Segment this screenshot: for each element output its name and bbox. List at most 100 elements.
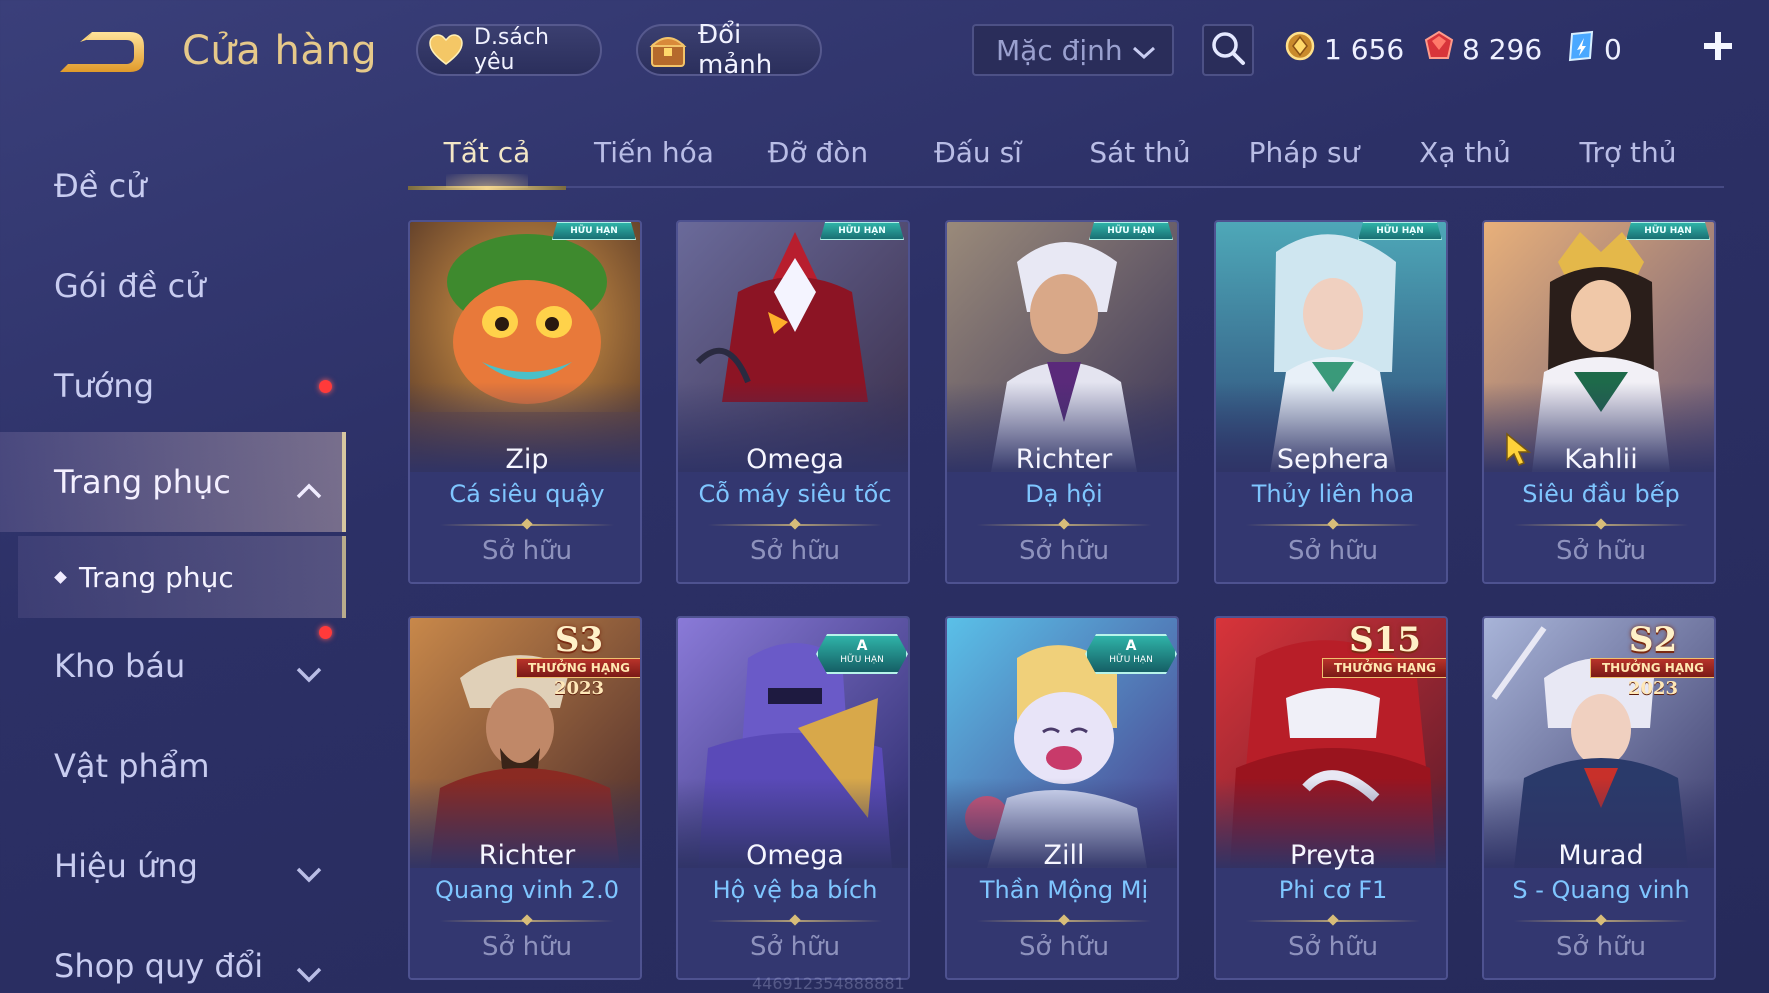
limited-badge: HỮU HẠN (1626, 222, 1710, 240)
skin-card[interactable]: A HỮU HẠN Zill Thần Mộng Mị Sở hữu (945, 616, 1179, 980)
tab-label: Sát thủ (1089, 136, 1191, 169)
limited-badge: HỮU HẠN (552, 222, 636, 240)
season-label: S2 (1628, 620, 1678, 660)
skin-card[interactable]: HỮU HẠN Zip Cá siêu quậy Sở hữu (408, 220, 642, 584)
red-voucher-icon (1424, 30, 1454, 69)
skin-card[interactable]: A HỮU HẠN Omega Hộ vệ ba bích Sở hữu (676, 616, 910, 980)
tab-tank[interactable]: Đỡ đòn (748, 136, 888, 182)
sidebar-item-items[interactable]: Vật phẩm (0, 716, 346, 816)
owned-status: Sở hữu (481, 536, 573, 566)
active-tab-glow (446, 174, 528, 188)
bullet-icon (54, 570, 67, 584)
exchange-shards-label: Đổi mảnh (698, 20, 773, 80)
grade-a-limited-badge: A HỮU HẠN (1085, 634, 1177, 674)
skin-name: Cá siêu quậy (449, 480, 605, 508)
owned-status: Sở hữu (1555, 536, 1647, 566)
sidebar-subitem-label: Trang phục (79, 560, 234, 594)
owned-status: Sở hữu (1287, 932, 1379, 962)
skin-name: Hộ vệ ba bích (712, 876, 878, 904)
crystal-ticket-icon (1566, 30, 1596, 69)
owned-status: Sở hữu (1287, 536, 1379, 566)
exchange-shards-button[interactable]: Đổi mảnh (636, 20, 822, 80)
tab-all[interactable]: Tất cả (408, 136, 566, 190)
limited-badge: HỮU HẠN (1358, 222, 1442, 240)
season-year: 2023 (1627, 678, 1679, 699)
add-currency-button[interactable] (1698, 26, 1738, 66)
hero-name: Zip (505, 444, 549, 475)
sidebar-item-recommended-packs[interactable]: Gói đề cử (0, 236, 346, 336)
sidebar-item-label: Tướng (54, 367, 154, 405)
hero-name: Richter (478, 840, 576, 871)
chevron-up-icon (296, 470, 322, 499)
gold-amount: 1 656 (1324, 32, 1405, 66)
season-rank-badge: S2 THƯỞNG HẠNG 2023 (1590, 620, 1714, 699)
chevron-down-icon (296, 954, 322, 983)
tab-marksman[interactable]: Xạ thủ (1402, 136, 1528, 182)
hero-name: Omega (746, 840, 844, 871)
sidebar: Đề cử Gói đề cử Tướng Trang phục Trang p… (0, 136, 346, 993)
sort-value: Mặc định (996, 33, 1123, 67)
rank-reward-label: THƯỞNG HẠNG (1322, 658, 1446, 678)
skin-card[interactable]: HỮU HẠN Kahlii Siêu đầu bếp Sở hữu (1482, 220, 1716, 584)
tab-label: Tiến hóa (594, 136, 714, 169)
limited-badge: HỮU HẠN (1089, 222, 1173, 240)
hero-name: Preyta (1289, 840, 1377, 871)
limited-label: HỮU HẠN (1109, 655, 1153, 665)
gem-currency: 0 (1566, 26, 1622, 72)
skin-name: Thủy liên hoa (1251, 480, 1415, 508)
tab-label: Đỡ đòn (767, 136, 869, 169)
favorites-button[interactable]: D.sách yêu (416, 24, 602, 76)
skin-name: Thần Mộng Mị (979, 876, 1149, 904)
sidebar-item-heroes[interactable]: Tướng (0, 336, 346, 436)
pointer-cursor-icon (1504, 432, 1532, 468)
skin-card[interactable]: HỮU HẠN Sephera Thủy liên hoa Sở hữu (1214, 220, 1448, 584)
search-icon (1210, 30, 1246, 70)
sidebar-item-effects[interactable]: Hiệu ứng (0, 816, 346, 916)
chevron-down-icon (296, 654, 322, 683)
grade-letter: A (1125, 638, 1137, 654)
skin-card[interactable]: S2 THƯỞNG HẠNG 2023 Murad S - Quang vinh… (1482, 616, 1716, 980)
tab-support[interactable]: Trợ thủ (1558, 136, 1698, 182)
tab-evolution[interactable]: Tiến hóa (580, 136, 728, 182)
skin-card[interactable]: HỮU HẠN Omega Cỗ máy siêu tốc Sở hữu (676, 220, 910, 584)
top-bar: Cửa hàng D.sách yêu Đổi mảnh Mặc định 1 … (0, 0, 1769, 110)
tab-mage[interactable]: Pháp sư (1234, 136, 1374, 182)
sidebar-item-label: Kho báu (54, 647, 186, 685)
tab-label: Trợ thủ (1579, 136, 1677, 169)
sort-dropdown[interactable]: Mặc định (972, 24, 1174, 76)
owned-status: Sở hữu (749, 932, 841, 962)
skin-grid: HỮU HẠN Zip Cá siêu quậy Sở hữu HỮU HẠN … (408, 220, 1724, 993)
sidebar-item-recommended[interactable]: Đề cử (0, 136, 346, 236)
tab-label: Xạ thủ (1419, 136, 1511, 169)
skin-card[interactable]: S15 THƯỞNG HẠNG Preyta Phi cơ F1 Sở hữu (1214, 616, 1448, 980)
favorites-label: D.sách yêu (474, 25, 549, 75)
sidebar-item-exchange-shop[interactable]: Shop quy đổi (0, 916, 346, 993)
sidebar-item-skins[interactable]: Trang phục (0, 432, 346, 532)
owned-status: Sở hữu (1018, 932, 1110, 962)
owned-status: Sở hữu (481, 932, 573, 962)
tab-fighter[interactable]: Đấu sĩ (910, 136, 1046, 182)
sidebar-item-label: Vật phẩm (54, 747, 210, 785)
skin-name: Quang vinh 2.0 (435, 876, 619, 904)
category-tabs: Tất cả Tiến hóa Đỡ đòn Đấu sĩ Sát thủ Ph… (408, 130, 1724, 190)
sidebar-item-treasure[interactable]: Kho báu (0, 616, 346, 716)
gem-amount: 0 (1604, 32, 1622, 66)
gold-coin-icon (1284, 30, 1316, 69)
season-label: S3 (554, 620, 604, 660)
skin-card[interactable]: HỮU HẠN Richter Dạ hội Sở hữu (945, 220, 1179, 584)
back-icon[interactable] (52, 24, 148, 84)
hero-name: Richter (1015, 444, 1113, 475)
chevron-down-icon (1132, 34, 1156, 67)
rank-reward-label: THƯỞNG HẠNG (516, 658, 640, 678)
owned-status: Sở hữu (1555, 932, 1647, 962)
grade-letter: A (856, 638, 868, 654)
chevron-down-icon (296, 854, 322, 883)
limited-badge: HỮU HẠN (820, 222, 904, 240)
skin-card[interactable]: S3 THƯỞNG HẠNG 2023 Richter Quang vinh 2… (408, 616, 642, 980)
season-rank-badge: S15 THƯỞNG HẠNG (1322, 622, 1446, 698)
tab-assassin[interactable]: Sát thủ (1072, 136, 1208, 182)
heart-icon (428, 30, 464, 70)
sidebar-subitem-skins[interactable]: Trang phục (18, 536, 346, 618)
search-button[interactable] (1202, 24, 1254, 76)
rank-reward-label: THƯỞNG HẠNG (1590, 658, 1714, 678)
